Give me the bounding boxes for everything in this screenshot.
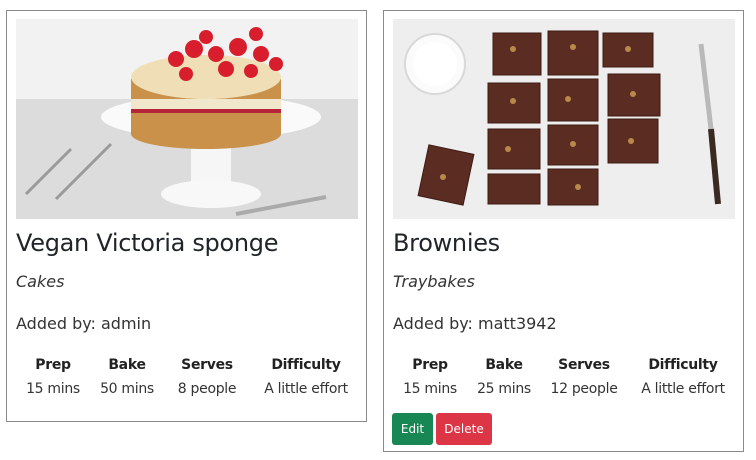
stat-label: Difficulty [648,357,718,373]
stat-label: Bake [108,357,146,373]
stat-label: Prep [412,357,448,373]
stat-value: 25 mins [477,381,531,397]
recipe-image-brownies[interactable] [393,19,735,219]
stat-label: Difficulty [271,357,341,373]
edit-button[interactable]: Edit [392,413,433,445]
stat-difficulty: Difficulty A little effort [254,357,358,397]
recipe-category: Traybakes [393,272,475,291]
stat-label: Serves [558,357,610,373]
recipe-image-victoria-sponge[interactable] [16,19,358,219]
recipe-card: Brownies Traybakes Added by: matt3942 Pr… [383,10,744,452]
stat-label: Serves [181,357,233,373]
stat-value: 15 mins [403,381,457,397]
stat-value: 50 mins [100,381,154,397]
recipe-title[interactable]: Vegan Victoria sponge [16,229,278,257]
recipe-category: Cakes [16,272,65,291]
stat-prep: Prep 15 mins [20,357,86,397]
stat-value: A little effort [264,381,348,397]
stat-value: A little effort [641,381,725,397]
stat-serves: Serves 8 people [168,357,246,397]
stat-label: Prep [35,357,71,373]
stat-difficulty: Difficulty A little effort [631,357,735,397]
delete-button[interactable]: Delete [436,413,492,445]
stat-prep: Prep 15 mins [397,357,463,397]
stat-value: 12 people [550,381,618,397]
recipe-added-by: Added by: admin [16,314,152,333]
stat-value: 8 people [177,381,237,397]
stat-label: Bake [485,357,523,373]
stat-serves: Serves 12 people [545,357,623,397]
stat-bake: Bake 50 mins [94,357,160,397]
recipe-added-by: Added by: matt3942 [393,314,557,333]
stat-value: 15 mins [26,381,80,397]
recipe-card: Vegan Victoria sponge Cakes Added by: ad… [6,10,367,422]
stat-bake: Bake 25 mins [471,357,537,397]
recipe-title[interactable]: Brownies [393,229,500,257]
